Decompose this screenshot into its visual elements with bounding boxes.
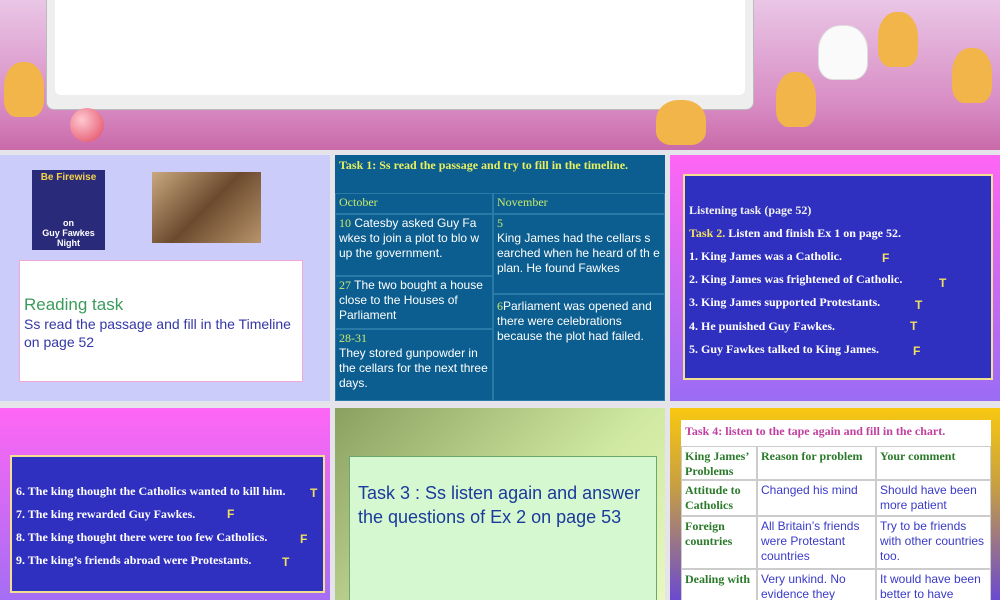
text-panel [46, 0, 754, 110]
timeline-cell: 5 King James had the cellars s earched wh… [493, 214, 665, 294]
table-cell: Should have been more patient [876, 480, 991, 516]
statement: 1. King James was a Catholic. [689, 249, 842, 263]
timeline-cell: 10 Catesby asked Guy Fa wkes to join a p… [335, 214, 493, 276]
answer: T [282, 555, 290, 569]
statements-box: 6. The king thought the Catholics wanted… [10, 455, 325, 593]
slide-thumbnail-6[interactable]: Task 3 : Ss listen again and answer the … [335, 408, 665, 600]
slide-thumbnail-7[interactable]: Task 4: listen to the tape again and fil… [670, 408, 1000, 600]
statement: 3. King James supported Protestants. [689, 295, 881, 309]
timeline-cell: 28-31 They stored gunpowder in the cellar… [335, 329, 493, 401]
statement: 6. The king thought the Catholics wanted… [16, 484, 286, 498]
guy-fawkes-illustration [152, 172, 261, 243]
table-cell: Try to be friends with other countries t… [876, 516, 991, 569]
answer: F [300, 532, 308, 546]
table-cell: Attitude to Catholics [681, 480, 757, 516]
column-header: King James’ Problems [681, 446, 757, 480]
answer: F [913, 344, 921, 358]
task3-box: Task 3 : Ss listen again and answer the … [349, 456, 657, 600]
table-cell: Foreign countries [681, 516, 757, 569]
statement: 2. King James was frightened of Catholic… [689, 272, 903, 286]
kitten-image [656, 100, 706, 145]
kitten-image [952, 48, 992, 103]
slide-thumbnail-2[interactable]: Be Firewise on Guy Fawkes Night Reading ta… [0, 155, 330, 401]
task-label: Task 2. [689, 226, 726, 240]
firewise-logo: Be Firewise on Guy Fawkes Night [32, 170, 105, 250]
answer: T [910, 319, 918, 333]
chart-table: Task 4: listen to the tape again and fil… [681, 420, 991, 600]
reading-task-box: Reading task Ss read the passage and fil… [19, 260, 303, 382]
answer: T [939, 276, 947, 290]
kitten-image [818, 25, 868, 80]
timeline-cell: 27 The two bought a house close to the H… [335, 276, 493, 329]
slide-thumbnail-5[interactable]: 6. The king thought the Catholics wanted… [0, 408, 330, 600]
statement: 4. He punished Guy Fawkes. [689, 319, 836, 333]
column-header: Reason for problem [757, 446, 876, 480]
kitten-image [878, 12, 918, 67]
slide-thumbnail-1[interactable] [0, 0, 1000, 150]
statement: 9. The king’s friends abroad were Protes… [16, 553, 252, 567]
listening-heading: Listening task (page 52) [689, 203, 812, 217]
slide-thumbnail-4[interactable]: Listening task (page 52) Task 2. Listen … [670, 155, 1000, 401]
kitten-image [776, 72, 816, 127]
table-cell: It would have been better to have [876, 569, 991, 600]
task-text: Listen and finish Ex 1 on page 52. [725, 226, 901, 240]
answer: T [310, 486, 318, 500]
reading-task-text: Ss read the passage and fill in the Time… [24, 316, 291, 350]
header-october: October [335, 193, 493, 214]
table-cell: Changed his mind [757, 480, 876, 516]
table-cell: Dealing with [681, 569, 757, 600]
slide-title: Task 1: Ss read the passage and try to f… [339, 158, 629, 172]
answer: T [915, 298, 923, 312]
reading-task-heading: Reading task [24, 295, 124, 314]
kitten-image [4, 62, 44, 117]
listening-task-box: Listening task (page 52) Task 2. Listen … [683, 174, 993, 380]
column-header: Your comment [876, 446, 991, 480]
statement: 7. The king rewarded Guy Fawkes. [16, 507, 196, 521]
slide-thumbnail-3[interactable]: Task 1: Ss read the passage and try to f… [335, 155, 665, 401]
header-november: November [493, 193, 665, 214]
statement: 5. Guy Fawkes talked to King James. [689, 342, 880, 356]
slide-title: Task 4: listen to the tape again and fil… [685, 424, 946, 438]
statement: 8. The king thought there were too few C… [16, 530, 268, 544]
table-cell: Very unkind. No evidence they [757, 569, 876, 600]
answer: F [882, 251, 890, 265]
ball-image [70, 108, 104, 142]
table-cell: All Britain’s friends were Protestant co… [757, 516, 876, 569]
timeline-cell: 6Parliament was opened and there were ce… [493, 294, 665, 401]
answer: F [227, 507, 235, 521]
